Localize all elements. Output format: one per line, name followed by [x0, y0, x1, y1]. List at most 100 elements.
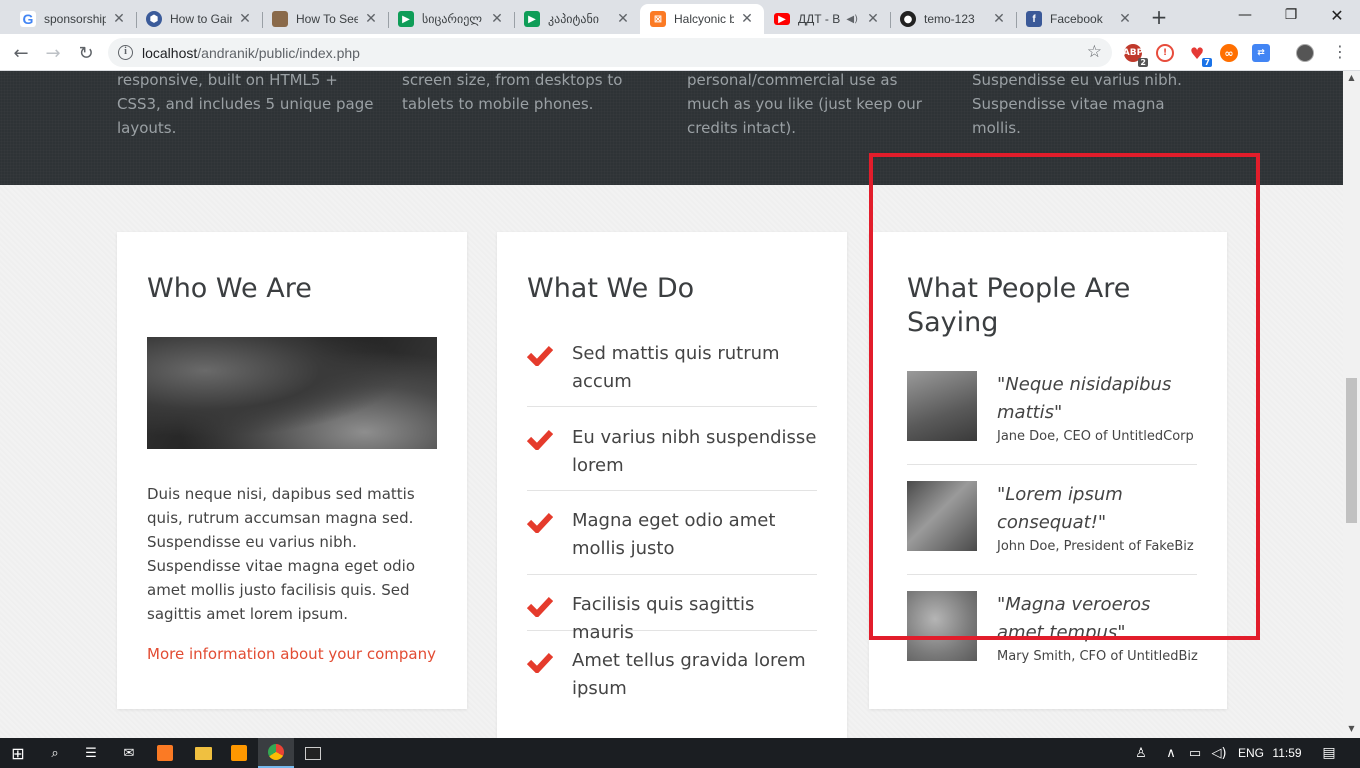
network-icon[interactable]: ▭: [1184, 738, 1206, 768]
photo-icon: [272, 11, 288, 27]
tab-strip: G sponsorship ✕ ⬢ How to Gain ✕ How To S…: [0, 0, 1360, 34]
close-icon[interactable]: ✕: [992, 11, 1006, 27]
file-explorer-icon[interactable]: [186, 738, 220, 768]
xampp-taskbar-icon[interactable]: [148, 738, 182, 768]
windows-taskbar: ⊞ ⌕ ☰ ✉ ♙ ∧ ▭ ◁) ENG 11:59 ▤: [0, 738, 1360, 768]
scrollbar-thumb[interactable]: [1346, 378, 1357, 523]
translate-icon[interactable]: ⇄: [1252, 44, 1270, 62]
chevron-up-icon[interactable]: ∧: [1162, 738, 1180, 768]
terminal-icon[interactable]: [296, 738, 330, 768]
clock[interactable]: 11:59: [1270, 738, 1304, 768]
chrome-taskbar-icon[interactable]: [258, 738, 294, 768]
tab-label: How To See: [296, 12, 358, 26]
url-text[interactable]: localhost/andranik/public/index.php: [142, 45, 360, 61]
list-item-text: Facilisis quis sagittis mauris: [572, 594, 755, 643]
google-icon: G: [20, 11, 36, 27]
more-info-link[interactable]: More information about your company: [147, 642, 436, 666]
tab-2[interactable]: How To See ✕: [262, 4, 388, 34]
checkmark-icon: [527, 429, 553, 450]
feature-text: screen size, from desktops to tablets to…: [402, 71, 623, 113]
tab-7[interactable]: ● temo-123 ✕: [890, 4, 1016, 34]
close-icon[interactable]: ✕: [616, 11, 630, 27]
sublime-text-icon[interactable]: [222, 738, 256, 768]
checkmark-icon: [527, 652, 553, 673]
tab-4[interactable]: ▶ კაპიტანი ✕: [514, 4, 640, 34]
list-item-text: Eu varius nibh suspendisse lorem: [572, 427, 817, 476]
feature-text: Suspendisse eu varius nibh. Suspendisse …: [972, 71, 1182, 137]
box-title: Who We Are: [147, 273, 312, 304]
hex-icon: ⬢: [146, 11, 162, 27]
close-icon[interactable]: ✕: [740, 11, 754, 27]
people-icon[interactable]: ♙: [1130, 738, 1152, 768]
notifications-icon[interactable]: ▤: [1314, 738, 1344, 768]
close-icon[interactable]: ✕: [238, 11, 252, 27]
scrollbar[interactable]: ▲ ▼: [1343, 71, 1360, 738]
close-icon[interactable]: ✕: [866, 11, 880, 27]
tab-1[interactable]: ⬢ How to Gain ✕: [136, 4, 262, 34]
tab-label: კაპიტანი: [548, 12, 599, 26]
minimize-button[interactable]: —: [1222, 0, 1268, 30]
info-icon[interactable]: i: [118, 45, 133, 60]
tab-label: ДДТ - В: [798, 12, 841, 26]
close-icon[interactable]: ✕: [364, 11, 378, 27]
heart-icon[interactable]: ♥ 7: [1188, 44, 1212, 67]
tab-0[interactable]: G sponsorship ✕: [10, 4, 136, 34]
close-window-button[interactable]: ✕: [1314, 0, 1360, 30]
what-we-do-box: What We Do Sed mattis quis rutrum accum …: [497, 232, 847, 738]
close-icon[interactable]: ✕: [490, 11, 504, 27]
volume-icon[interactable]: ◁): [1208, 738, 1230, 768]
scroll-down-icon[interactable]: ▼: [1347, 724, 1356, 733]
checkmark-icon: [527, 512, 553, 533]
github-icon: ●: [900, 11, 916, 27]
tab-8[interactable]: f Facebook ✕: [1016, 4, 1142, 34]
who-image: [147, 337, 437, 449]
restore-button[interactable]: ❐: [1268, 0, 1314, 30]
xampp-icon: ⊠: [650, 11, 666, 27]
infinity-icon[interactable]: ∞: [1220, 44, 1238, 62]
windows-start-icon[interactable]: ⊞: [0, 738, 36, 768]
back-button[interactable]: ←: [8, 40, 34, 66]
adblock-icon[interactable]: ABP 2: [1123, 44, 1148, 67]
youtube-icon: ▶: [774, 13, 790, 25]
new-tab-button[interactable]: +: [1148, 6, 1170, 28]
play-icon: ▶: [524, 11, 540, 27]
list-item: Magna eget odio amet mollis justo: [527, 507, 817, 575]
task-view-icon[interactable]: ☰: [74, 738, 108, 768]
search-icon[interactable]: ⌕: [38, 738, 72, 768]
tab-label: temo-123: [924, 12, 975, 26]
bookmark-star-icon[interactable]: ☆: [1087, 42, 1102, 62]
list-item: Amet tellus gravida lorem ipsum: [527, 647, 817, 707]
forward-button[interactable]: →: [40, 40, 66, 66]
browser-toolbar: ← → ↻ i localhost/andranik/public/index.…: [0, 34, 1360, 71]
alert-icon[interactable]: !: [1156, 44, 1174, 62]
scroll-up-icon[interactable]: ▲: [1347, 73, 1356, 82]
who-we-are-box: Who We Are Duis neque nisi, dapibus sed …: [117, 232, 467, 709]
list-item: Eu varius nibh suspendisse lorem: [527, 424, 817, 491]
tab-label: How to Gain: [170, 12, 232, 26]
tab-6[interactable]: ▶ ДДТ - В ◀) ✕: [764, 4, 890, 34]
close-icon[interactable]: ✕: [112, 11, 126, 27]
address-bar[interactable]: i localhost/andranik/public/index.php ☆: [108, 38, 1112, 67]
list-item: Sed mattis quis rutrum accum: [527, 340, 817, 407]
checkmark-icon: [527, 345, 553, 366]
tab-5-active[interactable]: ⊠ Halcyonic b ✕: [640, 4, 764, 34]
play-icon: ▶: [398, 11, 414, 27]
menu-icon[interactable]: ⋮: [1332, 42, 1348, 62]
list-item: Facilisis quis sagittis mauris: [527, 591, 817, 643]
facebook-icon: f: [1026, 11, 1042, 27]
feature-text: responsive, built on HTML5 + CSS3, and i…: [117, 71, 374, 137]
who-body-text: Duis neque nisi, dapibus sed mattis quis…: [147, 485, 415, 623]
reload-button[interactable]: ↻: [73, 40, 99, 66]
tab-label: Facebook: [1050, 12, 1103, 26]
mail-icon[interactable]: ✉: [112, 738, 146, 768]
tab-label: Halcyonic b: [674, 12, 734, 26]
testimonial-author: Mary Smith, CFO of UntitledBiz: [997, 649, 1198, 664]
language-indicator[interactable]: ENG: [1234, 738, 1268, 768]
audio-icon[interactable]: ◀): [846, 14, 858, 25]
tab-label: sponsorship: [44, 12, 106, 26]
list-item-text: Amet tellus gravida lorem ipsum: [572, 650, 806, 699]
profile-avatar[interactable]: [1296, 44, 1314, 62]
close-icon[interactable]: ✕: [1118, 11, 1132, 27]
feature-text: personal/commercial use as much as you l…: [687, 71, 922, 137]
tab-3[interactable]: ▶ სიცარიელ ✕: [388, 4, 514, 34]
